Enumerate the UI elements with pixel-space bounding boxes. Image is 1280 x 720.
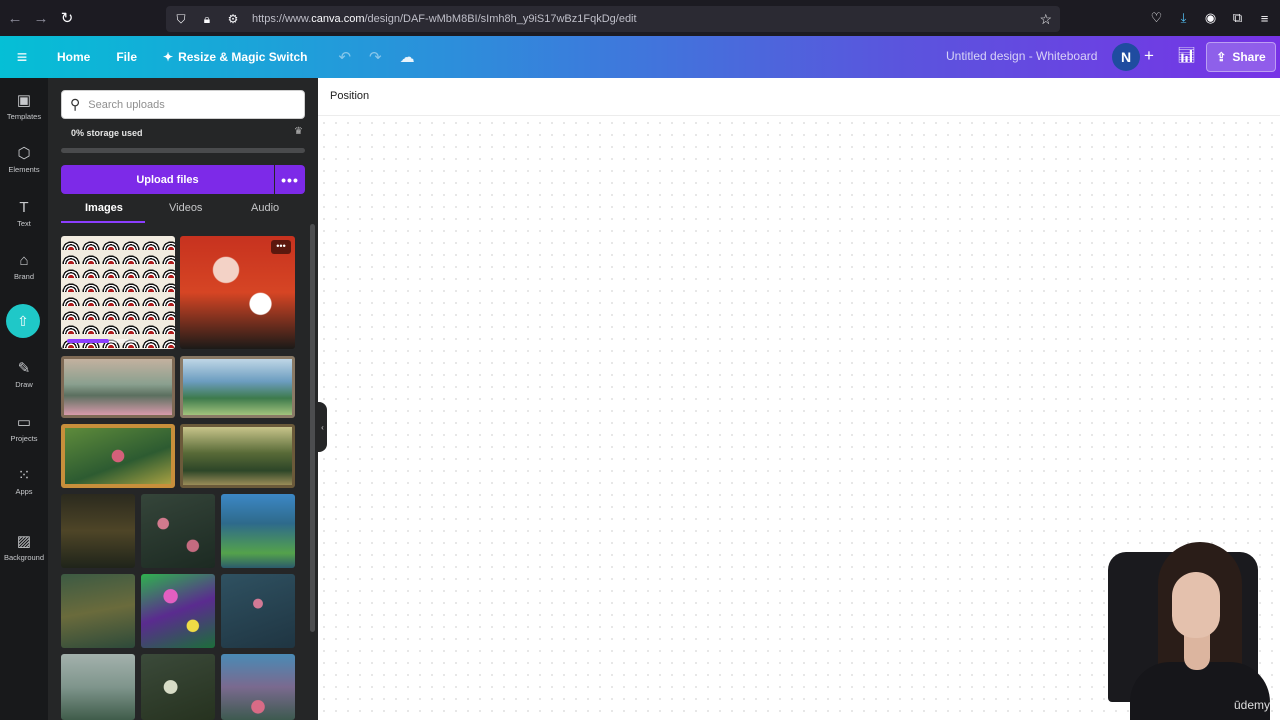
- upload-thumbnail[interactable]: [61, 424, 175, 488]
- cloud-upload-icon: ⇧: [17, 312, 29, 329]
- share-icon: ⇪: [1216, 50, 1227, 64]
- crown-icon: ♛: [294, 126, 303, 137]
- upload-thumbnail[interactable]: [141, 494, 215, 568]
- rail-label: Apps: [15, 487, 33, 496]
- draw-icon: ✎: [17, 360, 31, 377]
- upload-thumbnail[interactable]: [180, 424, 295, 488]
- storage-bar: [61, 148, 305, 153]
- extensions-icon[interactable]: ⧉: [1228, 7, 1247, 29]
- apps-icon: ⁙: [17, 467, 31, 484]
- upload-thumbnail[interactable]: [61, 356, 175, 418]
- collapse-panel-handle[interactable]: ‹: [318, 402, 327, 452]
- thumbnail-more-button[interactable]: •••: [271, 240, 291, 254]
- rail-item-text[interactable]: T Text: [0, 199, 48, 228]
- upload-thumbnail[interactable]: [61, 236, 175, 349]
- projects-icon: ▭: [16, 414, 32, 431]
- resize-magic-switch-button[interactable]: ✦ Resize & Magic Switch: [150, 50, 320, 64]
- bookmark-star-icon[interactable]: ☆: [1039, 11, 1052, 28]
- uploads-rail-button[interactable]: ⇧: [6, 304, 40, 338]
- text-icon: T: [19, 199, 29, 216]
- file-menu-button[interactable]: File: [103, 50, 150, 64]
- rail-item-background[interactable]: ▨ Background: [0, 533, 48, 562]
- menu-icon[interactable]: ≡: [1255, 7, 1274, 29]
- shield-icon: ⛉: [176, 11, 186, 26]
- pocket-icon[interactable]: ♡: [1147, 7, 1166, 29]
- context-toolbar: Position: [318, 78, 1280, 116]
- upload-thumbnail[interactable]: [141, 574, 215, 648]
- rail-item-draw[interactable]: ✎ Draw: [0, 360, 48, 389]
- background-icon: ▨: [16, 533, 32, 550]
- editor-header: ≡ Home File ✦ Resize & Magic Switch ↶ ↷ …: [0, 36, 1280, 78]
- tab-videos[interactable]: Videos: [169, 202, 202, 214]
- sparkle-icon: ✦: [163, 50, 174, 64]
- back-icon[interactable]: ←: [2, 5, 28, 31]
- upload-thumbnail[interactable]: [61, 494, 135, 568]
- insights-chart-icon[interactable]: 📊︎: [1177, 46, 1196, 64]
- upload-thumbnail[interactable]: [180, 356, 295, 418]
- webcam-neck: [1184, 634, 1210, 670]
- share-label: Share: [1232, 50, 1266, 64]
- url-text: https://www.canva.com/design/DAF-wMbM8BI…: [252, 13, 637, 25]
- rail-label: Elements: [8, 165, 40, 174]
- active-tab-indicator: [61, 221, 145, 223]
- upload-thumbnail[interactable]: •••: [180, 236, 295, 349]
- rail-item-templates[interactable]: ▣ Templates: [0, 92, 48, 121]
- elements-icon: ⬡: [17, 145, 31, 162]
- upload-progress-fill: [67, 339, 109, 343]
- lock-icon: 🔒︎: [203, 11, 211, 26]
- undo-icon[interactable]: ↶: [338, 48, 351, 66]
- udemy-watermark: ūdemy: [1233, 698, 1270, 712]
- permissions-icon: ⚙︎: [227, 12, 239, 26]
- upload-thumbnail[interactable]: [61, 574, 135, 648]
- redo-icon[interactable]: ↷: [369, 48, 382, 66]
- design-title[interactable]: Untitled design - Whiteboard: [946, 49, 1097, 63]
- forward-icon[interactable]: →: [28, 5, 54, 31]
- cloud-save-icon[interactable]: ☁︎: [400, 48, 415, 66]
- upload-more-options-button[interactable]: •••: [275, 165, 305, 194]
- chevron-left-icon: ‹: [321, 422, 324, 432]
- rail-item-elements[interactable]: ⬡ Elements: [0, 145, 48, 174]
- upload-thumbnail[interactable]: [221, 654, 295, 720]
- share-button[interactable]: ⇪ Share: [1206, 42, 1276, 72]
- tab-audio[interactable]: Audio: [251, 202, 279, 214]
- rail-label: Background: [3, 553, 45, 562]
- tab-images[interactable]: Images: [85, 202, 123, 214]
- uploads-panel: ⚲ 0% storage used ♛ Upload files ••• Ima…: [48, 78, 318, 720]
- resize-label: Resize & Magic Switch: [178, 50, 308, 64]
- upload-files-button[interactable]: Upload files: [61, 165, 274, 194]
- home-button[interactable]: Home: [44, 50, 103, 64]
- upload-thumbnail[interactable]: [141, 654, 215, 720]
- avatar[interactable]: N: [1112, 43, 1140, 71]
- rail-label: Brand: [13, 272, 34, 281]
- templates-icon: ▣: [16, 92, 32, 109]
- rail-label: Text: [17, 219, 31, 228]
- rail-label: Draw: [15, 380, 33, 389]
- webcam-overlay: ūdemy: [1100, 542, 1280, 720]
- side-rail: ▣ Templates ⬡ Elements T Text ⌂ Brand ⇧ …: [0, 78, 48, 720]
- address-bar[interactable]: ⛉ 🔒︎ ⚙︎ https://www.canva.com/design/DAF…: [166, 6, 1060, 32]
- rail-item-apps[interactable]: ⁙ Apps: [0, 467, 48, 496]
- download-icon[interactable]: ⤓: [1174, 7, 1193, 29]
- panel-scrollbar[interactable]: [310, 224, 315, 632]
- position-button[interactable]: Position: [330, 90, 369, 102]
- upload-thumbnail[interactable]: [221, 574, 295, 648]
- upload-thumbnail[interactable]: [221, 494, 295, 568]
- hamburger-menu-icon[interactable]: ≡: [0, 47, 44, 68]
- webcam-face: [1172, 572, 1220, 638]
- add-collaborator-icon[interactable]: +: [1144, 46, 1154, 66]
- account-icon[interactable]: ◉: [1201, 7, 1220, 29]
- search-icon: ⚲: [70, 96, 81, 112]
- brand-icon: ⌂: [19, 252, 29, 269]
- storage-status: 0% storage used: [71, 128, 143, 138]
- upload-thumbnail[interactable]: [61, 654, 135, 720]
- search-box[interactable]: ⚲: [61, 90, 305, 119]
- browser-toolbar: ← → ↻ ⛉ 🔒︎ ⚙︎ https://www.canva.com/desi…: [0, 0, 1280, 36]
- rail-item-projects[interactable]: ▭ Projects: [0, 414, 48, 443]
- upload-progress-bar: [67, 339, 137, 343]
- rail-label: Templates: [6, 112, 42, 121]
- rail-label: Projects: [10, 434, 38, 443]
- rail-item-brand[interactable]: ⌂ Brand: [0, 252, 48, 281]
- search-input[interactable]: [88, 98, 289, 111]
- reload-icon[interactable]: ↻: [54, 5, 80, 31]
